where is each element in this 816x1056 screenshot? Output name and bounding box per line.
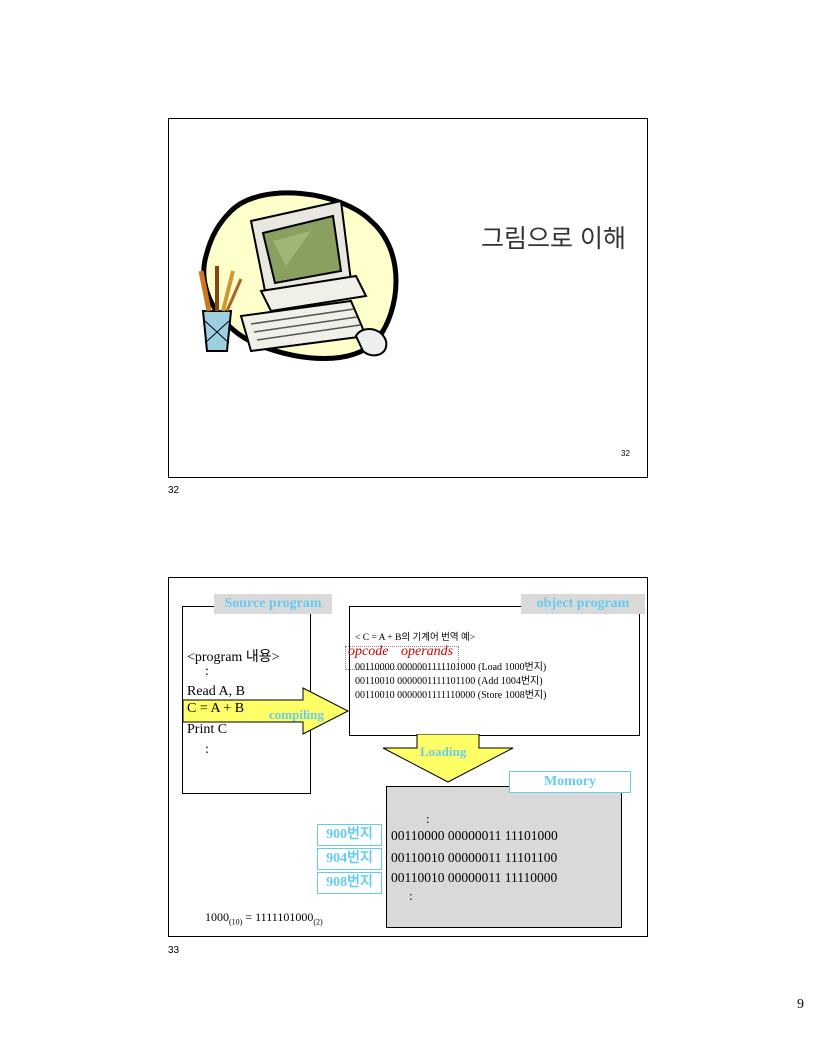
object-program-tag: object program xyxy=(521,594,645,614)
slide-number: 32 xyxy=(621,449,630,458)
computer-clipart xyxy=(198,190,399,361)
object-line: 00110000 0000001111101000 (Load 1000번지) xyxy=(355,662,547,673)
source-line: : xyxy=(205,664,209,679)
source-line: : xyxy=(205,742,209,757)
slide-32: 그림으로 이해 32 xyxy=(168,118,648,478)
memory-dots-bottom: : xyxy=(409,888,413,903)
formula-base-10: (10) xyxy=(229,917,243,927)
memory-tag: Momory xyxy=(509,771,631,793)
memory-address: 908번지 xyxy=(317,872,382,894)
compiling-label: compiling xyxy=(269,707,324,722)
page-number: 9 xyxy=(797,997,804,1012)
conversion-formula: 1000(10) = 1111101000(2) xyxy=(205,910,323,926)
memory-address: 904번지 xyxy=(317,848,382,870)
memory-value: 00110010 00000011 11110000 xyxy=(391,870,558,885)
memory-address: 900번지 xyxy=(317,824,382,846)
page-label-32: 32 xyxy=(168,485,180,496)
page-label-33: 33 xyxy=(168,945,180,956)
formula-equals: = xyxy=(242,910,256,924)
formula-decimal: 1000 xyxy=(205,910,229,924)
source-line-highlight: C = A + B xyxy=(187,701,245,716)
object-line: 00110010 0000001111110000 (Store 1008번지) xyxy=(355,690,547,701)
formula-base-2: (2) xyxy=(313,917,323,927)
slide-33: Source program <program 내용> : Read A, B … xyxy=(168,577,648,937)
slide-title: 그림으로 이해 xyxy=(481,225,626,253)
object-line: 00110010 0000001111101100 (Add 1004번지) xyxy=(355,676,543,687)
loading-label: Loading xyxy=(420,744,467,759)
source-line: <program 내용> xyxy=(187,650,280,665)
memory-dots-top: : xyxy=(426,811,430,826)
memory-value: 00110000 00000011 11101000 xyxy=(391,828,558,843)
source-line: Print C xyxy=(187,722,228,737)
object-heading: < C = A + B의 기계어 번역 예> xyxy=(355,633,476,643)
formula-binary: 1111101000 xyxy=(255,910,314,924)
source-program-tag: Source program xyxy=(214,594,332,614)
memory-value: 00110010 00000011 11101100 xyxy=(391,850,558,865)
